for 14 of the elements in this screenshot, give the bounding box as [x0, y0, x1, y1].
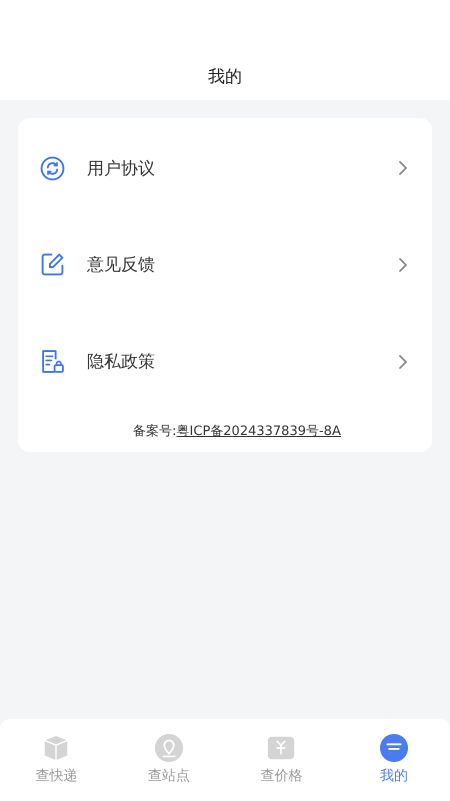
page-title: 我的	[208, 66, 242, 88]
menu-item[interactable]: 用户协议	[18, 120, 432, 216]
menu-item[interactable]: 隐私政策	[18, 313, 432, 410]
tab[interactable]: 我的	[338, 733, 450, 801]
edit-icon	[40, 252, 65, 277]
record-label: 备案号:	[133, 424, 177, 439]
chevron-right-icon	[398, 160, 408, 176]
record-link[interactable]: 粤ICP备2024337839号-8A	[176, 424, 341, 439]
chevron-right-icon	[398, 256, 408, 272]
refresh-icon	[40, 156, 65, 180]
menu-item[interactable]: 意见反馈	[18, 216, 432, 313]
chevron-right-icon	[398, 354, 408, 370]
document-lock-icon	[40, 349, 65, 374]
location-pin-icon	[154, 733, 184, 763]
